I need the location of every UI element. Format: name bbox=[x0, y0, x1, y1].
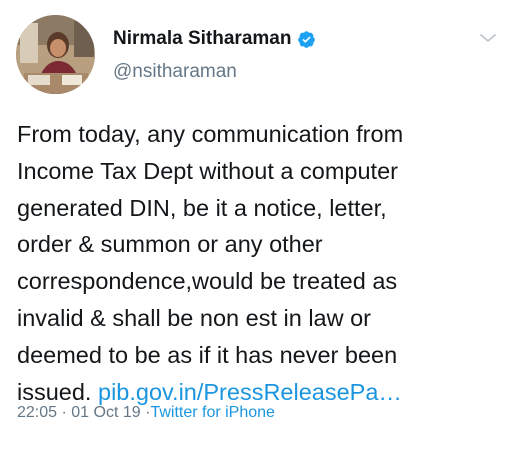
tweet-menu-button[interactable] bbox=[476, 26, 500, 50]
tweet-card[interactable]: Nirmala Sitharaman @nsitharaman From tod… bbox=[0, 0, 512, 449]
tweet-source[interactable]: Twitter for iPhone bbox=[150, 404, 275, 421]
meta-separator: · bbox=[61, 404, 67, 421]
tweet-text: From today, any communication from Incom… bbox=[17, 116, 501, 410]
tweet-body-text: From today, any communication from Incom… bbox=[17, 121, 404, 405]
tweet-date: 01 Oct 19 bbox=[71, 404, 141, 421]
tweet-link[interactable]: pib.gov.in/PressReleasePa… bbox=[98, 379, 402, 405]
tweet-meta: 22:05 · 01 Oct 19 ·Twitter for iPhone bbox=[17, 404, 275, 422]
tweet-time: 22:05 bbox=[17, 404, 58, 421]
chevron-down-icon bbox=[480, 34, 496, 42]
author-handle[interactable]: @nsitharaman bbox=[113, 61, 237, 83]
author-name[interactable]: Nirmala Sitharaman bbox=[113, 28, 316, 50]
avatar-photo-icon bbox=[16, 15, 95, 94]
avatar[interactable] bbox=[16, 15, 95, 94]
verified-badge-icon bbox=[298, 30, 316, 48]
author-name-text: Nirmala Sitharaman bbox=[113, 28, 292, 49]
